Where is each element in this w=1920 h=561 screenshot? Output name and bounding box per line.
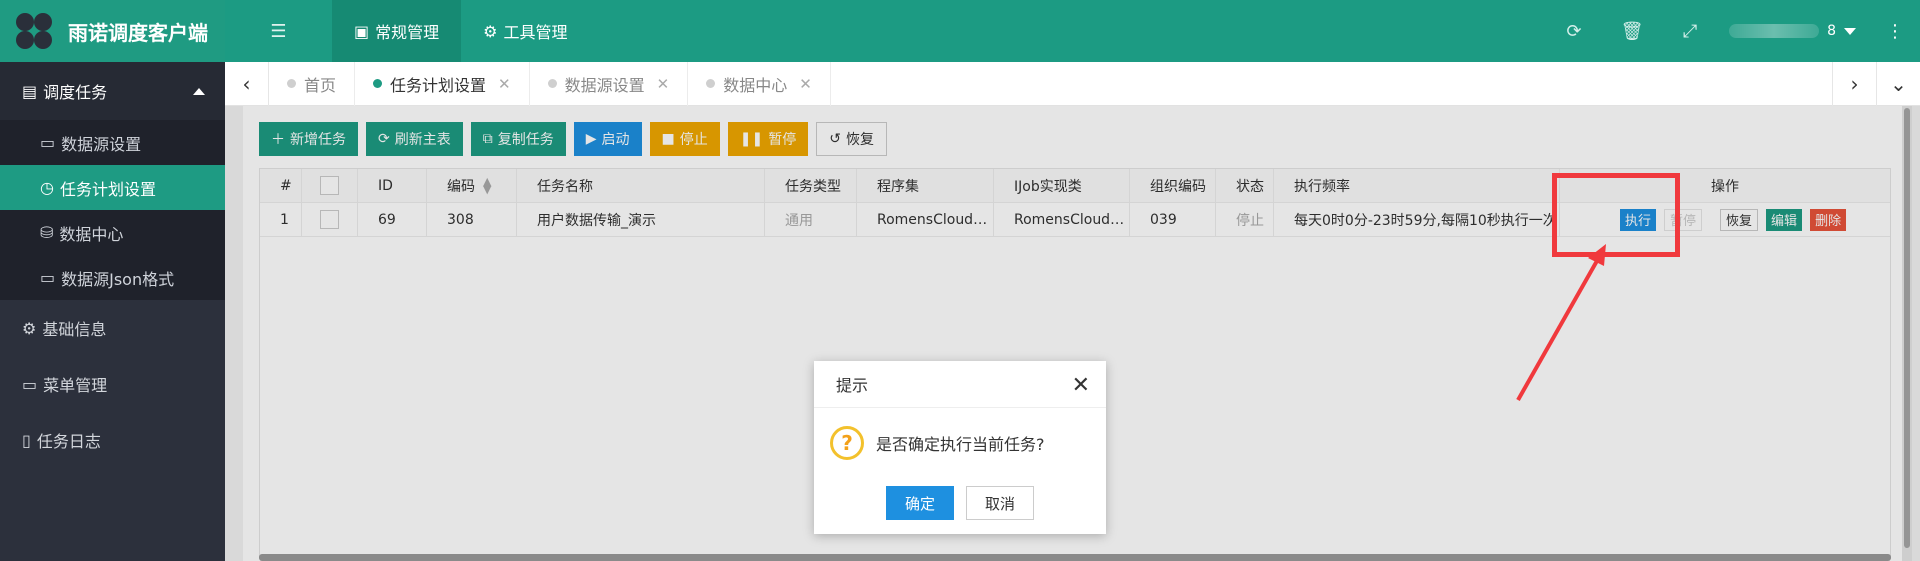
database-icon: ⛁ (40, 223, 54, 242)
tab-dot (547, 79, 557, 88)
app-title: 雨诺调度客户端 (68, 20, 208, 45)
question-icon: ? (830, 426, 864, 460)
tab-dot (287, 79, 296, 88)
page-tab-task-plan[interactable]: 任务计划设置 ✕ (355, 61, 530, 106)
server-icon: ▤ (22, 81, 38, 101)
dialog-message: 是否确定执行当前任务? (876, 435, 1045, 454)
sidebar-item-label: 数据中心 (59, 224, 124, 244)
gear-icon: ⚙ (483, 21, 498, 41)
cancel-button[interactable]: 取消 (966, 486, 1034, 520)
nav-tab-label: 工具管理 (503, 23, 568, 42)
trash-icon[interactable]: 🗑 (1603, 0, 1661, 62)
sidebar-group-task-log[interactable]: ▯ 任务日志 (0, 412, 225, 468)
sidebar-item-task-plan[interactable]: ◷ 任务计划设置 (0, 165, 225, 210)
close-icon[interactable]: ✕ (799, 75, 812, 93)
sidebar-item-label: 数据源设置 (61, 134, 142, 154)
dialog-title: 提示 (836, 376, 869, 395)
window-icon: ▭ (22, 374, 38, 394)
id-card-icon: ▣ (354, 21, 370, 41)
header-actions: ⟳ 🗑 ⤢ 8 ⋮ (1545, 0, 1920, 62)
nav-tab-regular[interactable]: ▣ 常规管理 (332, 0, 462, 62)
confirm-dialog: 提示 ✕ ? 是否确定执行当前任务? 确定 取消 (814, 361, 1106, 534)
sidebar-group-basic-info[interactable]: ⚙ 基础信息 (0, 300, 225, 356)
top-bar: 雨诺调度客户端 ☰ ▣ 常规管理 ⚙ 工具管理 ⟳ 🗑 ⤢ 8 ⋮ (0, 0, 1920, 62)
tab-dot (706, 79, 716, 88)
chevron-down-icon[interactable]: ⌄ (1876, 61, 1920, 106)
annotation-highlight-box (1552, 173, 1680, 257)
sidebar-item-label: 数据源Json格式 (61, 269, 175, 289)
page-tab-home[interactable]: 首页 (269, 61, 356, 106)
page-tab-label: 数据中心 (723, 75, 788, 95)
page-tab-label: 数据源设置 (564, 75, 645, 95)
chevron-up-icon (193, 88, 205, 95)
sidebar-group-label: 任务日志 (36, 432, 101, 451)
page-tab-datasource[interactable]: 数据源设置 ✕ (530, 61, 689, 106)
tab-dot (373, 79, 383, 88)
sidebar-group-menu[interactable]: ▭ 菜单管理 (0, 356, 225, 412)
confirm-button[interactable]: 确定 (886, 486, 954, 520)
nav-tab-tools[interactable]: ⚙ 工具管理 (461, 0, 589, 62)
logo-icon (14, 11, 54, 51)
list-icon: ▭ (40, 268, 56, 287)
dialog-header: 提示 ✕ (814, 361, 1106, 408)
file-icon: ▯ (22, 430, 31, 450)
sidebar-group-label: 菜单管理 (43, 376, 108, 395)
dialog-buttons: 确定 取消 (886, 486, 1034, 520)
sidebar: ▤ 调度任务 ▭ 数据源设置 ◷ 任务计划设置 ⛁ 数据中心 ▭ 数据源Json… (0, 62, 225, 561)
sidebar-group-dispatch[interactable]: ▤ 调度任务 (0, 62, 225, 120)
hamburger-icon[interactable]: ☰ (225, 0, 332, 62)
sidebar-submenu: ▭ 数据源设置 ◷ 任务计划设置 ⛁ 数据中心 ▭ 数据源Json格式 (0, 120, 225, 300)
dialog-body: ? 是否确定执行当前任务? (814, 408, 1106, 460)
sidebar-item-label: 任务计划设置 (59, 179, 156, 199)
fullscreen-icon[interactable]: ⤢ (1661, 0, 1719, 62)
close-icon[interactable]: ✕ (657, 75, 670, 93)
gear-icon: ⚙ (22, 318, 37, 338)
user-name-blurred (1729, 24, 1820, 38)
more-icon[interactable]: ⋮ (1870, 21, 1920, 42)
logo-area: 雨诺调度客户端 (0, 0, 225, 62)
sidebar-group-label: 基础信息 (42, 320, 107, 339)
page-tab-label: 首页 (304, 75, 337, 95)
list-icon: ▭ (40, 133, 56, 152)
chevron-left-icon[interactable]: ‹ (225, 61, 269, 106)
user-name-suffix: 8 (1827, 23, 1836, 39)
page-tab-strip: ‹ 首页 任务计划设置 ✕ 数据源设置 ✕ 数据中心 ✕ › ⌄ (225, 61, 1920, 106)
clock-icon: ◷ (40, 178, 54, 197)
sidebar-item-datacenter[interactable]: ⛁ 数据中心 (0, 210, 225, 255)
sidebar-item-datasource-json[interactable]: ▭ 数据源Json格式 (0, 255, 225, 300)
user-menu[interactable]: 8 (1719, 0, 1870, 62)
page-tab-datacenter[interactable]: 数据中心 ✕ (688, 61, 831, 106)
close-icon[interactable]: ✕ (498, 75, 511, 93)
page-tab-label: 任务计划设置 (390, 75, 487, 95)
chevron-down-icon (1844, 27, 1856, 35)
close-icon[interactable]: ✕ (1072, 373, 1090, 398)
nav-tab-label: 常规管理 (375, 23, 440, 42)
chevron-right-icon[interactable]: › (1832, 61, 1876, 106)
sidebar-group-label: 调度任务 (43, 83, 108, 102)
refresh-icon[interactable]: ⟳ (1545, 0, 1603, 62)
sidebar-item-datasource[interactable]: ▭ 数据源设置 (0, 120, 225, 165)
